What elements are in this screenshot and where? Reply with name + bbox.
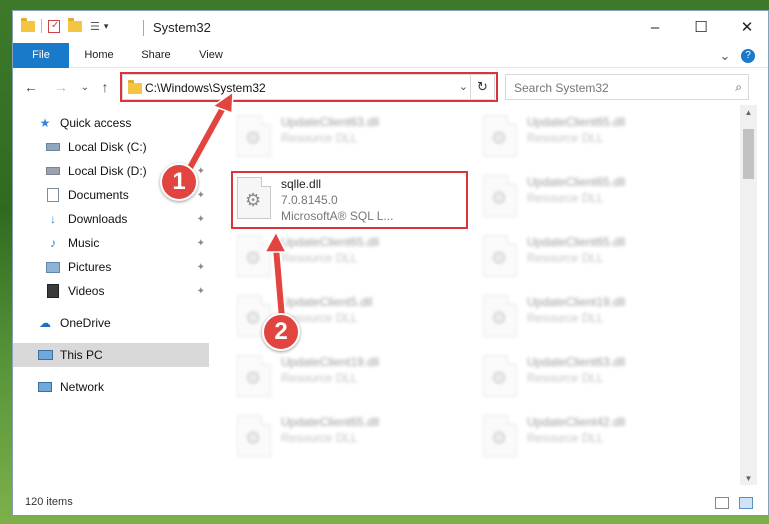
arrow-to-address-bar — [183, 103, 227, 178]
arrowhead-1 — [211, 90, 234, 115]
arrowhead-2 — [263, 230, 288, 253]
callout-step-2: 2 — [262, 313, 300, 351]
callout-step-1: 1 — [160, 163, 198, 201]
callout-arrows — [181, 90, 288, 323]
